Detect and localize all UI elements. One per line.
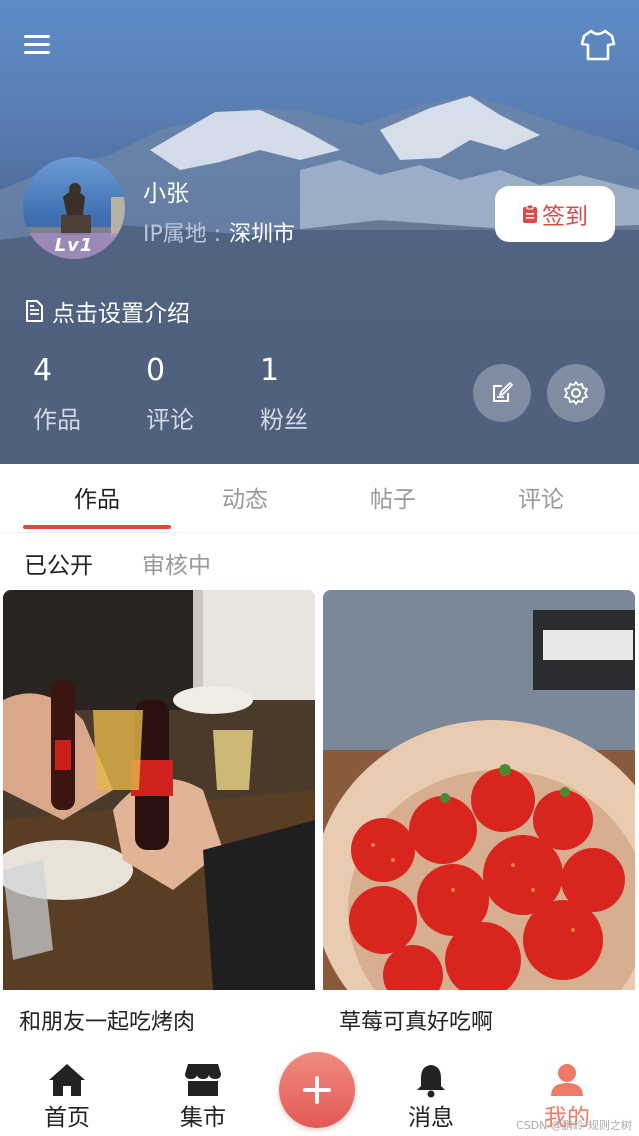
post-title: 草莓可真好吃啊 bbox=[339, 1010, 494, 1035]
settings-button[interactable] bbox=[547, 364, 605, 422]
level-badge: Lv1 bbox=[23, 233, 125, 259]
nav-label: 消息 bbox=[408, 1105, 454, 1131]
create-post-button[interactable] bbox=[279, 1052, 355, 1128]
fans-count[interactable]: 1 bbox=[260, 353, 279, 388]
bowl-of-strawberries-photo bbox=[323, 590, 635, 990]
tab-works[interactable]: 作品 bbox=[23, 480, 171, 514]
clipboard-icon bbox=[523, 204, 537, 223]
ip-location-label: IP属地 : bbox=[143, 222, 222, 247]
menu-icon[interactable] bbox=[22, 30, 54, 58]
document-icon bbox=[26, 300, 43, 322]
plus-icon bbox=[303, 1076, 331, 1104]
content-tabs: 作品 动态 帖子 评论 bbox=[0, 464, 639, 533]
comments-label[interactable]: 评论 bbox=[146, 400, 194, 435]
signin-label: 签到 bbox=[542, 204, 588, 230]
username: 小张 bbox=[143, 181, 189, 207]
post-card[interactable]: 草莓可真好吃啊 bbox=[323, 590, 635, 1060]
post-title: 和朋友一起吃烤肉 bbox=[19, 1010, 196, 1035]
ip-location-value: 深圳市 bbox=[229, 222, 296, 247]
edit-profile-button[interactable] bbox=[473, 364, 531, 422]
bell-icon bbox=[417, 1065, 445, 1098]
edit-icon bbox=[493, 382, 513, 402]
subtab-public[interactable]: 已公开 bbox=[24, 546, 93, 580]
fans-label[interactable]: 粉丝 bbox=[260, 400, 308, 435]
store-icon bbox=[185, 1064, 221, 1096]
nav-label: 首页 bbox=[44, 1105, 90, 1131]
nav-messages[interactable]: 消息 bbox=[381, 1052, 481, 1136]
tab-activity[interactable]: 动态 bbox=[171, 480, 319, 514]
nav-home[interactable]: 首页 bbox=[17, 1052, 117, 1136]
profile-header: Lv1 小张 IP属地 : 深圳市 签到 点击设置介绍 4 作品 0 评论 1 … bbox=[0, 0, 639, 464]
intro-label: 点击设置介绍 bbox=[52, 301, 190, 327]
tab-posts[interactable]: 帖子 bbox=[319, 480, 467, 514]
nav-market[interactable]: 集市 bbox=[153, 1052, 253, 1136]
nav-label: 集市 bbox=[180, 1105, 226, 1131]
post-card[interactable]: 和朋友一起吃烤肉 bbox=[3, 590, 315, 1060]
subtab-reviewing[interactable]: 审核中 bbox=[142, 546, 211, 580]
active-tab-indicator bbox=[23, 525, 171, 529]
comments-count[interactable]: 0 bbox=[146, 353, 165, 388]
avatar[interactable]: Lv1 bbox=[23, 157, 125, 259]
signin-button[interactable]: 签到 bbox=[495, 186, 615, 242]
set-intro-link[interactable]: 点击设置介绍 bbox=[24, 294, 190, 328]
friends-toasting-cola-photo bbox=[3, 590, 315, 990]
shirt-icon[interactable] bbox=[580, 28, 616, 62]
gear-icon bbox=[564, 381, 588, 405]
user-icon bbox=[551, 1064, 583, 1096]
home-icon bbox=[49, 1064, 85, 1096]
tab-comments[interactable]: 评论 bbox=[467, 480, 615, 514]
works-count[interactable]: 4 bbox=[33, 353, 52, 388]
works-label[interactable]: 作品 bbox=[33, 400, 81, 435]
watermark: CSDN @鹏岭-规则之树 bbox=[516, 1119, 632, 1132]
